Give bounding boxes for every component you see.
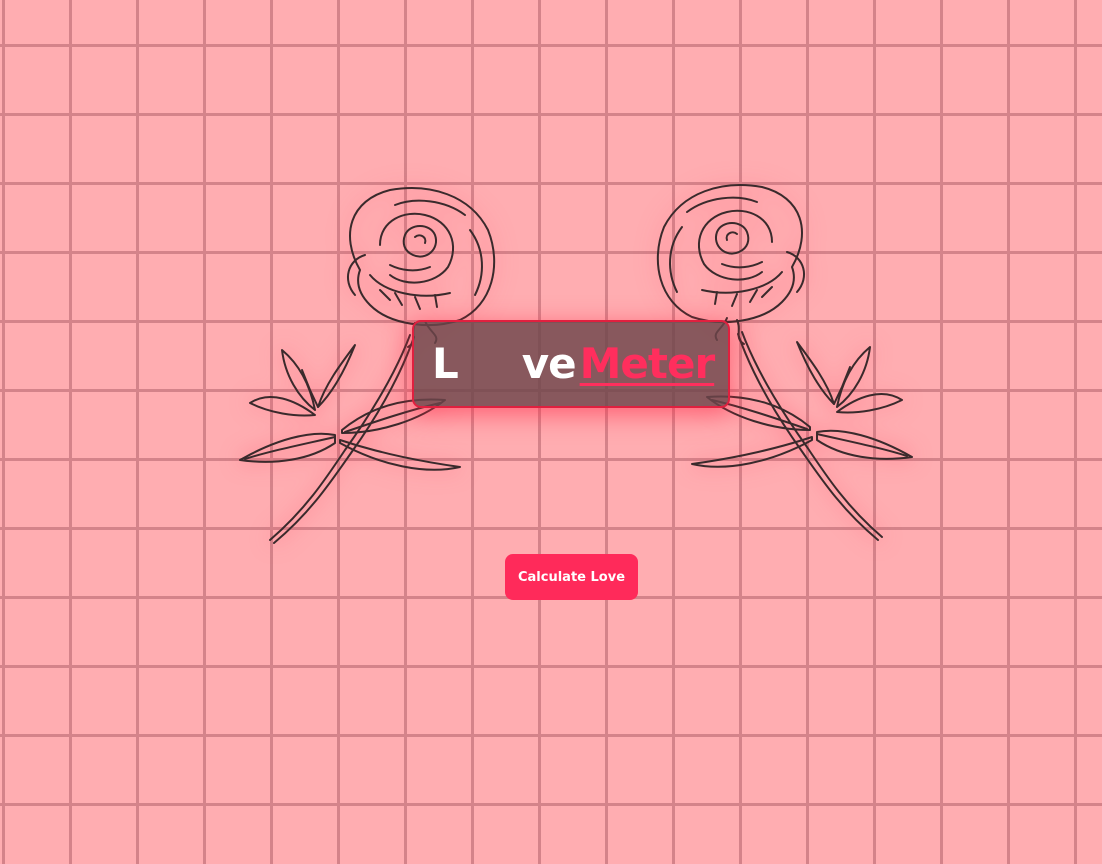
calculate-love-button[interactable]: Calculate Love — [505, 554, 638, 600]
love-meter-title: L ve Meter — [412, 320, 730, 408]
title-word-meter: Meter — [579, 339, 716, 388]
title-letter-l: L — [432, 339, 459, 388]
title-letters-ve: ve — [521, 339, 577, 388]
